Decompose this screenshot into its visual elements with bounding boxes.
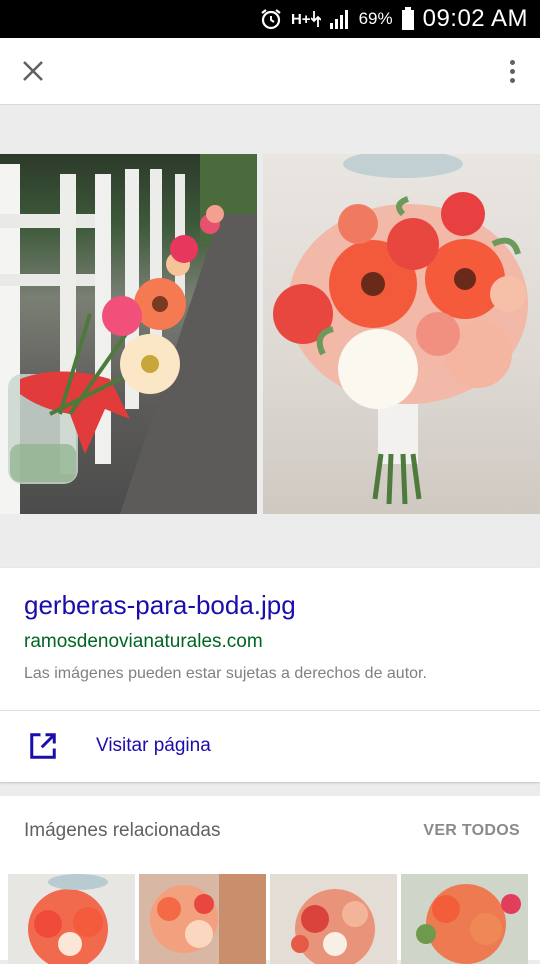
bouquet-photo — [263, 154, 540, 514]
status-bar: H+ 69% 09:02 AM — [0, 0, 540, 38]
battery-percent: 69% — [358, 9, 393, 28]
status-icons: H+ 69% 09:02 AM — [259, 0, 528, 38]
related-images-title: Imágenes relacionadas — [24, 820, 221, 841]
related-thumbnail-3[interactable] — [270, 874, 397, 964]
related-images-card: Imágenes relacionadas VER TODOS — [0, 796, 540, 964]
image-preview[interactable] — [0, 154, 540, 514]
see-all-button[interactable]: VER TODOS — [423, 822, 520, 840]
clock: 09:02 AM — [422, 5, 528, 32]
related-thumbnail-2[interactable] — [139, 874, 266, 964]
more-vert-icon — [509, 59, 515, 65]
visit-page-button[interactable]: Visitar página — [0, 711, 540, 782]
related-thumbnail-1[interactable] — [8, 874, 135, 964]
related-thumbnail-4[interactable] — [401, 874, 528, 964]
image-filename[interactable]: gerberas-para-boda.jpg — [24, 590, 296, 621]
alarm-icon — [259, 7, 283, 31]
signal-icon — [329, 8, 351, 30]
image-info-card: gerberas-para-boda.jpg ramosdenovianatur… — [0, 568, 540, 782]
top-toolbar — [0, 38, 540, 105]
network-h-plus-icon: H+ — [291, 9, 321, 29]
network-type-label: H+ — [290, 10, 311, 28]
visit-page-label: Visitar página — [96, 735, 211, 756]
close-button[interactable] — [14, 52, 52, 90]
open-in-new-icon — [30, 733, 56, 759]
more-options-button[interactable] — [502, 52, 522, 90]
related-thumbnails — [8, 874, 528, 964]
source-domain[interactable]: ramosdenovianaturales.com — [24, 631, 263, 653]
copyright-notice: Las imágenes pueden estar sujetas a dere… — [24, 665, 427, 682]
close-icon — [23, 61, 43, 81]
wedding-aisle-photo — [0, 154, 257, 514]
battery-icon — [401, 7, 415, 31]
